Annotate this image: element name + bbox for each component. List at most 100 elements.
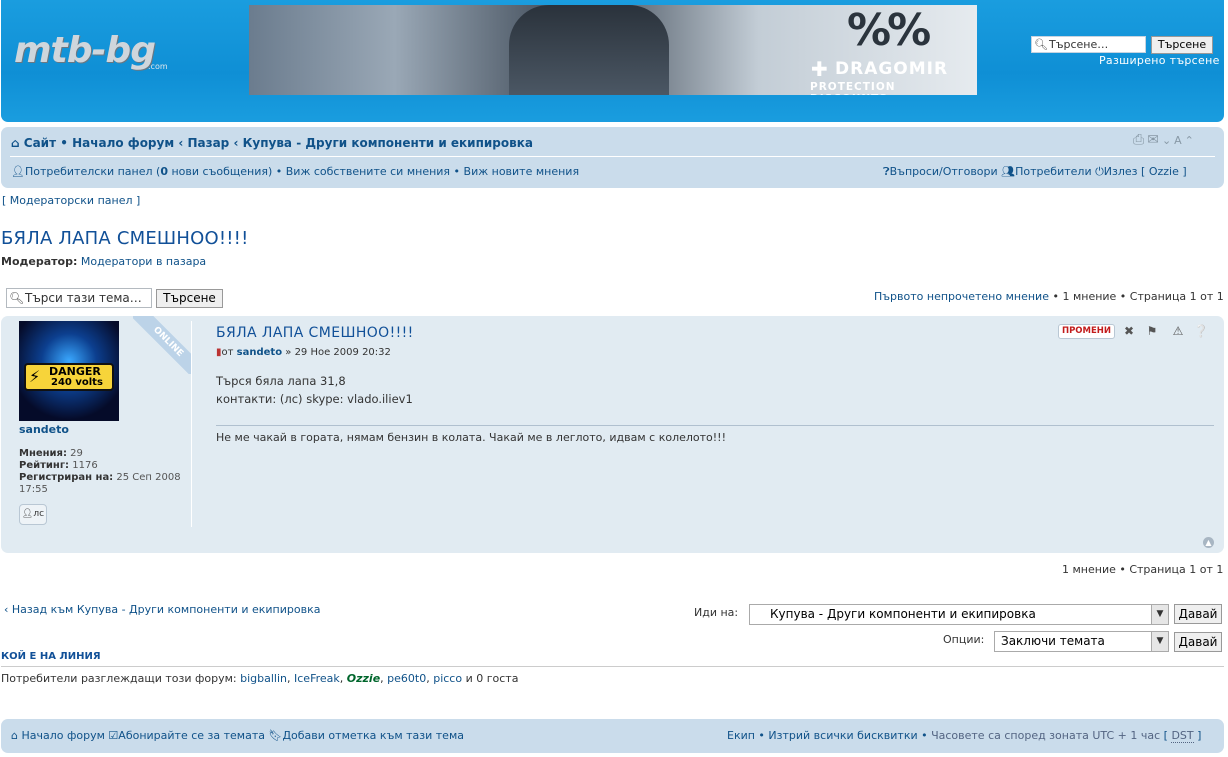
online-user[interactable]: bigballin [240, 672, 287, 685]
dst-label: DST [1171, 729, 1194, 743]
pm-button[interactable]: 👤︎лс [19, 504, 47, 525]
email-icon[interactable]: ✉ [1147, 132, 1162, 148]
subscribe-link[interactable]: Абонирайте се за темата [118, 729, 265, 742]
user-links-right: ❓︎Въпроси/Отговори 👥︎Потребители ⏻Излез … [883, 165, 1187, 178]
post-content: Търся бяла лапа 31,8 контакти: (лс) skyp… [216, 372, 413, 408]
post-meta-author[interactable]: sandeto [237, 347, 282, 358]
breadcrumb-forum-index[interactable]: Начало форум [72, 136, 174, 150]
pagination-top-text: 1 мнение • Страница 1 от 1 [1062, 290, 1224, 303]
moderator-link[interactable]: Модератори в пазара [81, 255, 206, 268]
new-messages-label[interactable]: нови съобщения [171, 165, 267, 178]
site-logo-sub: .com [148, 62, 168, 71]
moderator-label: Модератор: [1, 255, 78, 268]
ad-banner[interactable]: %% ✚ DRAGOMIR PROTECTION DISCOUNTS [249, 5, 977, 95]
navbar-divider [10, 156, 1215, 157]
header-search-input[interactable]: Търсене… [1031, 36, 1146, 53]
pm-button-label: лс [33, 509, 45, 519]
faq-link[interactable]: Въпроси/Отговори [890, 165, 998, 178]
jump-to-select[interactable]: Купува - Други компоненти и екипировка [749, 604, 1169, 625]
topic-search-button[interactable]: Търсене [156, 289, 223, 308]
first-unread-link[interactable]: Първото непрочетено мнение [874, 290, 1049, 303]
banner-tagline: PROTECTION DISCOUNTS [810, 81, 896, 95]
online-user[interactable]: picco [433, 672, 462, 685]
banner-figure [509, 5, 669, 95]
warn-icon[interactable]: ⚠ [1170, 323, 1186, 339]
danger-person-icon: ⚡ [29, 367, 41, 386]
advanced-search-link[interactable]: Разширено търсене [1099, 54, 1220, 67]
online-badge-text: ONLINE [133, 316, 191, 374]
breadcrumb-market[interactable]: Пазар [187, 136, 229, 150]
banner-brand: DRAGOMIR [835, 59, 949, 79]
edit-button[interactable]: ПРОМЕНИ [1058, 324, 1115, 339]
members-link[interactable]: Потребители [1015, 165, 1091, 178]
header-search-button[interactable]: Търсене [1151, 36, 1213, 54]
own-posts-link[interactable]: Виж собствените си мнения [286, 165, 450, 178]
print-icon[interactable]: ⎙ [1133, 132, 1147, 148]
breadcrumb-site[interactable]: Сайт [24, 136, 56, 150]
back-to-top-icon[interactable]: ▲ [1203, 537, 1214, 548]
page-tools: ⎙✉⌄A⌃ [1133, 132, 1197, 148]
online-user[interactable]: IceFreak [294, 672, 340, 685]
current-username[interactable]: Ozzie [1149, 165, 1179, 178]
signature-divider [216, 425, 1214, 426]
checkbox-icon: ☑ [108, 729, 119, 742]
report-icon[interactable]: ⚑ [1144, 323, 1160, 339]
registered-label: Регистриран на: [19, 472, 114, 483]
footer-left: ⌂ Начало форум ☑Абонирайте се за темата … [11, 729, 464, 742]
font-size-icon[interactable]: ⌄A⌃ [1162, 134, 1197, 147]
options-go-button[interactable]: Давай [1174, 632, 1222, 652]
chevron-left-icon: ‹ [4, 603, 9, 616]
topic-search-input[interactable]: Търси тази тема… [6, 288, 152, 308]
logout-link[interactable]: Излез [1104, 165, 1138, 178]
timezone-text: Часовете са според зоната UTC + 1 час [931, 729, 1161, 742]
members-icon: 👥︎ [1001, 165, 1016, 178]
moderator-panel-link[interactable]: [ Модераторски панел ] [2, 194, 140, 207]
online-prefix: Потребители разглеждащи този форум: [1, 672, 237, 685]
bookmark-link[interactable]: Добави отметка към тази тема [282, 729, 464, 742]
pagination-top: Първото непрочетено мнение • 1 мнение • … [874, 290, 1224, 303]
control-panel-icon: 👤︎ [11, 165, 25, 178]
post-meta: ▮от sandeto » 29 Ное 2009 20:32 [216, 347, 391, 358]
banner-cross-icon: ✚ [811, 57, 828, 81]
site-logo[interactable]: mtb-bg [14, 30, 156, 71]
team-link[interactable]: Екип [727, 729, 755, 742]
signature: Не ме чакай в гората, нямам бензин в кол… [216, 431, 727, 444]
post-author-link[interactable]: sandeto [19, 423, 69, 436]
posts-label: Мнения: [19, 448, 67, 459]
delete-icon[interactable]: ✖ [1121, 323, 1137, 339]
post-body-line-1: Търся бяла лапа 31,8 [216, 374, 346, 388]
moderator-panel-label[interactable]: Модераторски панел [10, 194, 133, 207]
new-posts-link[interactable]: Виж новите мнения [464, 165, 580, 178]
post-by-label: от [221, 347, 234, 358]
online-suffix: и 0 госта [465, 672, 519, 685]
back-to-forum-link[interactable]: ‹ Назад към Купува - Други компоненти и … [4, 603, 320, 616]
footer-forum-index-link[interactable]: Начало форум [21, 729, 104, 742]
info-icon[interactable]: ❔ [1193, 323, 1209, 339]
who-is-online-title: КОЙ Е НА ЛИНИЯ [1, 651, 101, 662]
post-title[interactable]: БЯЛА ЛАПА СМЕШНОО!!!! [216, 325, 414, 341]
rating-label: Рейтинг: [19, 460, 70, 471]
pagination-bottom: 1 мнение • Страница 1 от 1 [1062, 563, 1224, 576]
control-panel-link[interactable]: Потребителски панел [25, 165, 153, 178]
options-label: Опции: [943, 633, 985, 646]
topic-moderator: Модератор: Модератори в пазара [1, 255, 206, 268]
delete-cookies-link[interactable]: Изтрий всички бисквитки [768, 729, 917, 742]
banner-percent: %% [847, 5, 931, 56]
bookmark-icon: 🔖︎ [268, 729, 283, 742]
breadcrumb-category[interactable]: Купува - Други компоненти и екипировка [243, 136, 533, 150]
online-user[interactable]: pe60t0 [387, 672, 426, 685]
online-user-admin[interactable]: Ozzie [347, 672, 380, 685]
jump-label: Иди на: [694, 606, 739, 619]
back-to-forum-label[interactable]: Назад към Купува - Други компоненти и ек… [12, 603, 321, 616]
breadcrumb: ⌂ Сайт • Начало форум ‹ Пазар ‹ Купува -… [11, 136, 533, 150]
search-icon: 🔍︎ [1034, 38, 1048, 51]
posts-value: 29 [70, 448, 83, 459]
page-title[interactable]: БЯЛА ЛАПА СМЕШНОО!!!! [1, 228, 249, 249]
online-badge: ONLINE [133, 316, 191, 374]
footer-right: Екип • Изтрий всички бисквитки • Часовет… [727, 729, 1202, 743]
profile-divider [191, 321, 192, 527]
chevron-down-icon[interactable]: ▼ [1151, 605, 1168, 624]
chevron-down-icon[interactable]: ▼ [1151, 632, 1168, 651]
jump-go-button[interactable]: Давай [1174, 604, 1222, 624]
options-select[interactable]: Заключи темата [994, 631, 1169, 652]
